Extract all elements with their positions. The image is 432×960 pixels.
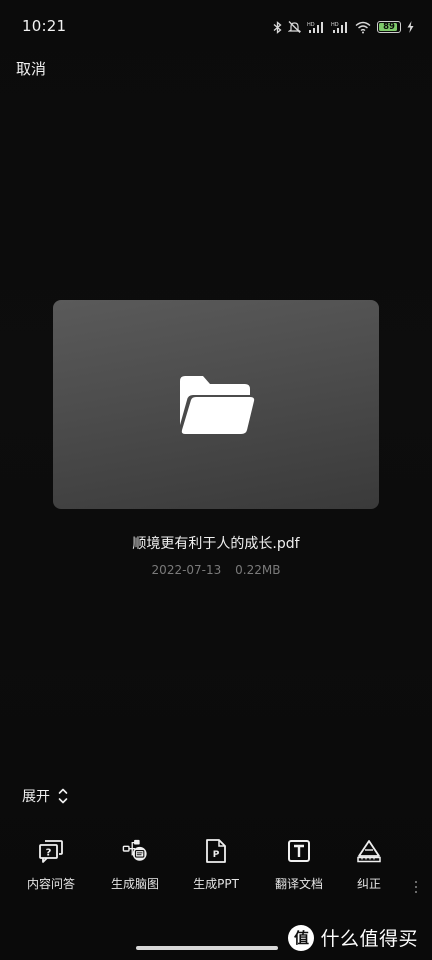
tool-mind-map[interactable]: 生成脑图	[95, 838, 175, 892]
toolbar: ? 内容问答 生成脑图 P 生成PPT 翻译文档 纠正	[0, 838, 432, 900]
file-size: 0.22MB	[235, 563, 281, 577]
watermark-logo: 值 什么值得买	[288, 924, 418, 951]
expand-label: 展开	[22, 789, 50, 805]
svg-text:HD: HD	[307, 22, 315, 28]
translate-t-icon	[286, 838, 312, 864]
signal-hd-icon: HD	[307, 21, 325, 34]
mind-map-icon	[122, 838, 148, 864]
more-tools-indicator[interactable]	[414, 878, 418, 896]
battery-level: 89	[383, 21, 395, 32]
file-preview-card[interactable]	[53, 300, 379, 509]
tool-label: 生成PPT	[193, 877, 239, 891]
status-icons: HD HD 89	[273, 18, 414, 36]
ruler-icon	[356, 838, 382, 864]
svg-text:HD: HD	[331, 22, 339, 28]
wifi-icon	[355, 21, 371, 34]
file-name: 顺境更有利于人的成长.pdf	[132, 536, 300, 552]
watermark-text: 什么值得买	[320, 928, 418, 950]
folder-icon	[180, 375, 255, 434]
file-date: 2022-07-13	[151, 563, 222, 577]
charging-icon	[407, 21, 414, 33]
tool-label: 翻译文档	[274, 877, 323, 891]
qa-chat-icon: ?	[38, 838, 64, 864]
tool-label: 纠正	[356, 877, 381, 891]
watermark-badge: 值	[288, 924, 315, 951]
tool-generate-ppt[interactable]: P 生成PPT	[176, 838, 256, 892]
tool-content-qa[interactable]: ? 内容问答	[11, 838, 91, 892]
cancel-button[interactable]: 取消	[16, 58, 46, 79]
status-time: 10:21	[22, 17, 67, 35]
bluetooth-icon	[273, 20, 282, 34]
status-bar: 10:21 HD HD 89	[0, 0, 432, 48]
file-meta: 2022-07-13 0.22MB	[0, 563, 432, 577]
tool-translate[interactable]: 翻译文档	[259, 838, 339, 892]
mute-icon	[288, 20, 301, 34]
chevron-up-down-icon	[58, 788, 68, 804]
battery-icon: 89	[377, 21, 401, 33]
ppt-icon: P	[203, 838, 229, 864]
svg-text:?: ?	[46, 848, 52, 859]
tool-correct[interactable]: 纠正	[329, 838, 409, 892]
tool-label: 生成脑图	[110, 877, 159, 891]
home-indicator[interactable]	[136, 946, 278, 950]
signal-hd-icon: HD	[331, 21, 349, 34]
svg-text:P: P	[213, 850, 220, 860]
expand-toggle[interactable]: 展开	[22, 786, 68, 806]
tool-label: 内容问答	[26, 877, 75, 891]
